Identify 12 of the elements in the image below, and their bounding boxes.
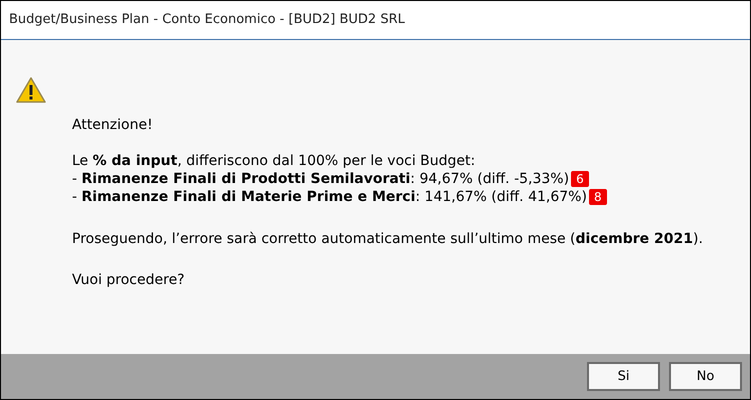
count-badge: 8	[588, 189, 607, 205]
message-text: Vuoi procedere?	[72, 271, 185, 289]
count-badge: 6	[571, 171, 589, 187]
dialog-button[interactable]: No	[669, 362, 742, 391]
list-item-text: - Rimanenze Finali di Prodotti Semilavorati: 94,67% (diff. -5,33%)	[72, 170, 570, 188]
message-text: Proseguendo, l’errore sarà corretto automaticamente sull’ultimo mese (dicembre 2021).	[72, 230, 703, 248]
message-text: Le % da input, differiscono dal 100% per le voci Budget:	[72, 152, 476, 170]
dialog-button[interactable]: Si	[587, 362, 660, 391]
message-heading: Attenzione!	[72, 116, 153, 134]
list-item-text: - Rimanenze Finali di Materie Prime e Merci: 141,67% (diff. 41,67%)	[72, 188, 587, 206]
warning-icon	[16, 77, 46, 103]
window-title: Budget/Business Plan - Conto Economico - [BUD2] BUD2 SRL	[9, 11, 405, 30]
